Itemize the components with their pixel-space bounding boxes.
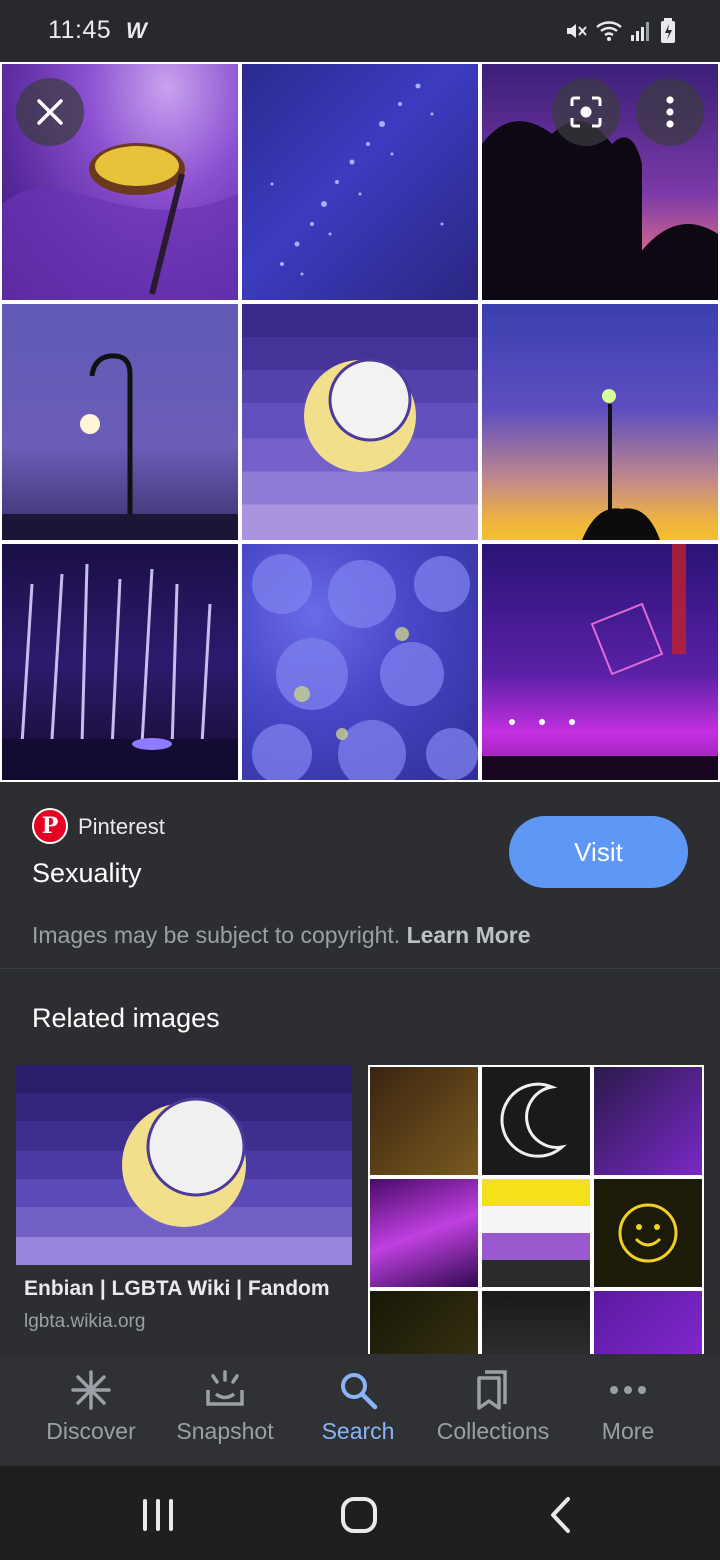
copyright-text: Images may be subject to copyright.: [32, 922, 401, 948]
app-notification-icon: W: [126, 18, 147, 43]
copyright-notice: Images may be subject to copyright. Lear…: [32, 922, 531, 949]
pinterest-logo-icon: P: [32, 808, 68, 844]
status-icons: [564, 18, 676, 44]
related-2-tile-neon-sign: [370, 1291, 478, 1354]
related-2-tile-purple-window: [594, 1067, 702, 1175]
related-image-1-domain: lgbta.wikia.org: [24, 1311, 146, 1332]
lens-icon: [570, 96, 602, 128]
learn-more-link[interactable]: Learn More: [407, 922, 531, 948]
image-title[interactable]: Sexuality: [32, 858, 142, 889]
status-time: 11:45: [48, 16, 112, 44]
status-bar: 11:45 W: [0, 0, 720, 62]
battery-icon: [661, 18, 675, 43]
related-image-1-title[interactable]: Enbian | LGBTA Wiki | Fandom: [24, 1277, 330, 1301]
bottom-navigation: Discover Snapshot Search Collections Mor…: [0, 1354, 720, 1466]
mute-icon: [567, 24, 587, 38]
more-options-button[interactable]: [636, 78, 704, 146]
nav-collections-label: Collections: [436, 1418, 550, 1444]
visit-button[interactable]: Visit: [509, 816, 688, 888]
snapshot-icon: [206, 1370, 244, 1406]
collage-tile-sunset-lamp: [482, 304, 718, 540]
asterisk-icon: [71, 1370, 111, 1410]
lens-button[interactable]: [552, 78, 620, 146]
related-2-tile-purple-lights: [370, 1179, 478, 1287]
nav-snapshot[interactable]: Snapshot: [170, 1354, 280, 1466]
nav-discover[interactable]: Discover: [41, 1354, 141, 1466]
collage-tile-sparkles: [242, 64, 478, 300]
wifi-icon: [596, 21, 622, 41]
nav-more-label: More: [601, 1418, 655, 1444]
collections-icon: [477, 1370, 507, 1410]
related-images-section: Related images Enbian | LGBTA Wiki | Fan…: [0, 969, 720, 1354]
related-heading: Related images: [32, 1003, 220, 1033]
collage-tile-hydrangea: [242, 544, 478, 780]
nav-more[interactable]: More: [594, 1354, 662, 1466]
related-image-2[interactable]: [368, 1065, 704, 1354]
related-2-tile-nonbinary-flag: [482, 1179, 590, 1287]
nav-collections[interactable]: Collections: [428, 1354, 558, 1466]
nav-discover-label: Discover: [46, 1418, 136, 1444]
recent-apps-icon[interactable]: [140, 1498, 176, 1532]
related-2-tile-neon-text: [370, 1067, 478, 1175]
related-2-tile-dark-path: [482, 1291, 590, 1354]
nav-search-label: Search: [321, 1418, 395, 1444]
system-navigation-bar: [0, 1466, 720, 1560]
signal-icon: [631, 22, 649, 41]
close-icon: [37, 99, 63, 125]
image-preview[interactable]: [0, 62, 720, 782]
related-2-tile-neon-moon: [482, 1067, 590, 1175]
home-icon[interactable]: [340, 1496, 378, 1534]
more-horiz-icon: [610, 1386, 646, 1394]
nav-search[interactable]: Search: [316, 1354, 400, 1466]
collage-tile-street-lamp: [2, 304, 238, 540]
search-icon: [341, 1373, 378, 1410]
source-name[interactable]: Pinterest: [78, 814, 165, 840]
close-button[interactable]: [16, 78, 84, 146]
collage-tile-moon-flag: [242, 304, 478, 540]
more-vert-icon: [666, 96, 674, 128]
back-icon[interactable]: [548, 1496, 572, 1534]
result-info-panel: P Pinterest Sexuality Visit Images may b…: [0, 782, 720, 968]
collage-tile-stage: [482, 544, 718, 780]
related-image-1[interactable]: [16, 1065, 352, 1265]
related-2-tile-neon-smiley: [594, 1179, 702, 1287]
collage-tile-lit-trees: [2, 544, 238, 780]
nav-snapshot-label: Snapshot: [176, 1418, 274, 1444]
related-2-tile-purple-room: [594, 1291, 702, 1354]
